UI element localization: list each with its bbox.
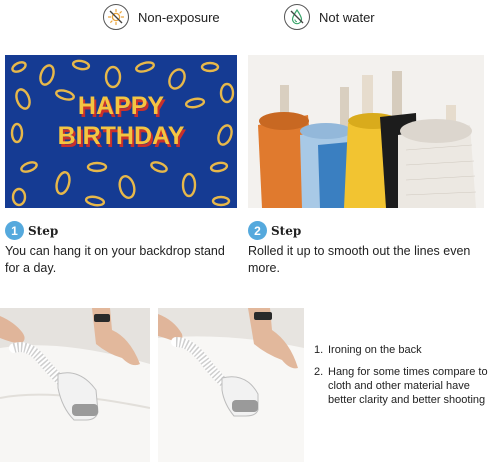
non-exposure-item: Non-exposure	[103, 4, 220, 30]
not-water-label: Not water	[319, 9, 375, 25]
note-item: 2. Hang for some times compare to cloth …	[314, 365, 488, 407]
not-water-item: Not water	[284, 4, 375, 30]
sun-crossed-icon	[103, 4, 129, 30]
note-number: 2.	[314, 366, 324, 378]
note-item: 1. Ironing on the back	[314, 343, 488, 357]
water-crossed-icon	[284, 4, 310, 30]
step-1-header: 1 Step	[5, 221, 58, 240]
banner-line2: BIRTHDAY	[58, 122, 185, 150]
note-text: Ironing on the back	[328, 344, 422, 356]
step-2-badge: 2	[248, 221, 267, 240]
step-2-text: Rolled it up to smooth out the lines eve…	[248, 244, 471, 275]
fabric-rolls-image	[248, 55, 484, 208]
step-1-text: You can hang it on your backdrop stand f…	[5, 244, 225, 275]
step-2-title: Step	[271, 223, 302, 238]
banner-line1: HAPPY	[78, 92, 164, 120]
ironing-image-1	[0, 308, 150, 462]
step-2-header: 2 Step	[248, 221, 301, 240]
step-1-title: Step	[28, 223, 59, 238]
note-text: Hang for some times compare to cloth and…	[328, 366, 488, 406]
birthday-backdrop-image: HAPPY HAPPY BIRTHDAY BIRTHDAY	[5, 55, 237, 208]
note-number: 1.	[314, 344, 324, 356]
ironing-image-2	[158, 308, 304, 462]
ironing-notes: 1. Ironing on the back 2. Hang for some …	[314, 343, 488, 415]
step-1-badge: 1	[5, 221, 24, 240]
non-exposure-label: Non-exposure	[138, 9, 220, 25]
